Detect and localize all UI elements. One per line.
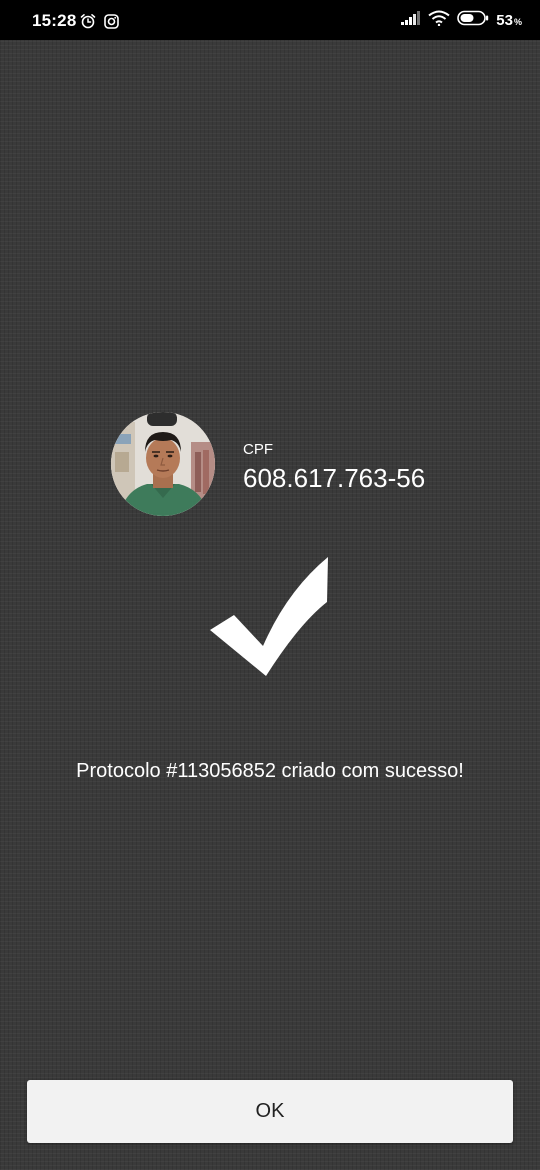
battery-percent-unit: % [513,17,522,27]
wifi-icon [428,10,450,31]
avatar [111,412,215,516]
alarm-icon [80,13,96,34]
cpf-label: CPF [243,441,273,458]
cpf-value: 608.617.763-56 [243,463,426,493]
signal-icon [401,11,421,30]
battery-percent-value: 53 [496,12,513,29]
ok-button[interactable]: OK [27,1080,513,1143]
instagram-icon [104,13,119,34]
battery-percent: 53% [496,12,522,29]
battery-icon [457,10,489,31]
status-time: 15:28 [32,11,77,30]
status-bar: 15:28 53% [0,0,540,40]
success-message: Protocolo #113056852 criado com sucesso! [76,760,464,782]
status-right-icons: 53% [401,10,522,31]
status-left-icons [80,13,119,34]
checkmark-icon [207,553,335,681]
